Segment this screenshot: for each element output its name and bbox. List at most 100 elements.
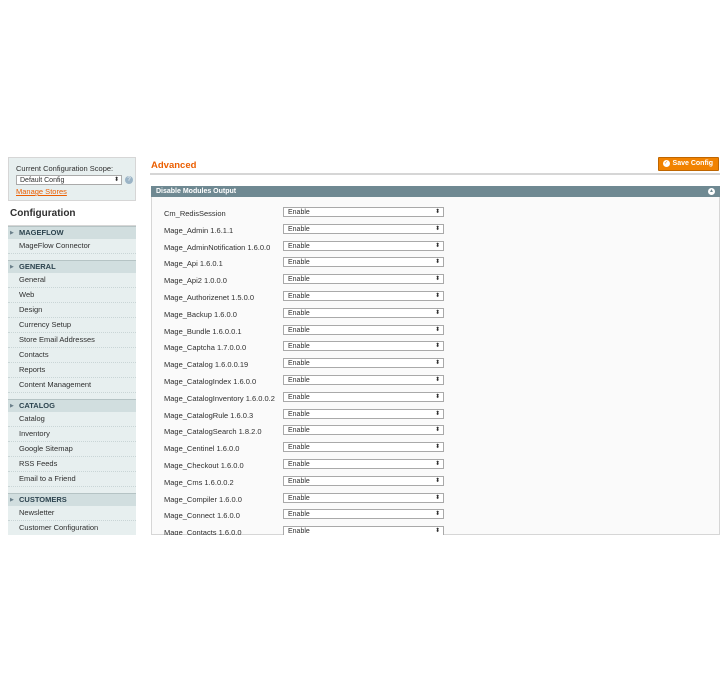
module-output-select[interactable]: Enable ⬍ [283,307,444,318]
module-output-value: Enable [288,376,310,384]
module-name: Mage_Api2 1.0.0.0 [164,276,227,286]
sidebar-group-general[interactable]: ▶ GENERAL [8,260,136,273]
config-sidebar: Current Configuration Scope: Default Con… [8,157,136,535]
module-name: Mage_CatalogRule 1.6.0.3 [164,410,254,420]
sidebar-item[interactable]: Contacts [8,348,136,363]
module-output-value: Enable [288,209,310,216]
module-output-value: Enable [288,444,310,452]
sidebar-group-mageflow[interactable]: ▶ MAGEFLOW [8,226,136,239]
select-arrows-icon: ⬍ [434,326,440,333]
module-name: Mage_Cms 1.6.0.0.2 [164,477,234,487]
module-output-select[interactable]: Enable ⬍ [283,240,444,251]
select-arrows-icon: ⬍ [113,177,119,184]
module-output-value: Enable [288,528,310,535]
scope-switcher: Current Configuration Scope: Default Con… [8,157,136,201]
config-groups: ▶ MAGEFLOW MageFlow Connector ▶ GENERAL Gener… [8,226,136,535]
module-output-select[interactable]: Enable ⬍ [283,442,444,453]
select-arrows-icon: ⬍ [434,259,440,266]
module-name: Mage_Contacts 1.6.0.0 [164,528,242,535]
scope-select[interactable]: Default Config ⬍ [16,175,122,186]
collapse-icon[interactable]: ▲ [708,188,715,195]
fieldset-header[interactable]: Disable Modules Output ▲ [151,186,720,197]
module-name: Mage_Checkout 1.6.0.0 [164,460,244,470]
select-arrows-icon: ⬍ [434,444,440,451]
help-icon[interactable]: ? [125,176,133,185]
sidebar-item[interactable]: Reports [8,363,136,378]
module-name: Mage_Backup 1.6.0.0 [164,309,237,319]
select-arrows-icon: ⬍ [434,427,440,434]
module-name: Mage_Authorizenet 1.5.0.0 [164,292,255,302]
triangle-right-icon: ▶ [10,230,14,236]
module-output-select[interactable]: Enable ⬍ [283,526,444,535]
select-arrows-icon: ⬍ [434,460,440,467]
module-output-select[interactable]: Enable ⬍ [283,408,444,419]
module-output-select[interactable]: Enable ⬍ [283,223,444,234]
select-arrows-icon: ⬍ [434,360,440,367]
sidebar-group-items: General Web Design Currency Setup Store Emai… [8,273,136,393]
module-name: Mage_Catalog 1.6.0.0.19 [164,360,249,370]
module-output-value: Enable [288,393,310,401]
manage-stores-link[interactable]: Manage Stores [16,187,135,196]
module-output-select[interactable]: Enable ⬍ [283,358,444,369]
sidebar-group-items: Catalog Inventory Google Sitemap RSS Feeds E… [8,412,136,487]
select-arrows-icon: ⬍ [434,410,440,417]
module-output-select[interactable]: Enable ⬍ [283,257,444,268]
sidebar-item[interactable]: General [8,273,136,288]
module-output-value: Enable [288,326,310,334]
module-output-value: Enable [288,410,310,418]
sidebar-item[interactable]: Inventory [8,427,136,442]
module-output-select[interactable]: Enable ⬍ [283,458,444,469]
sidebar-item[interactable]: Email to a Friend [8,472,136,487]
module-output-select[interactable]: Enable ⬍ [283,341,444,352]
sidebar-item[interactable]: Currency Setup [8,318,136,333]
save-config-label: Save Config [672,160,713,167]
sidebar-group-items: MageFlow Connector [8,239,136,254]
select-arrows-icon: ⬍ [434,209,440,215]
select-arrows-icon: ⬍ [434,225,440,232]
select-arrows-icon: ⬍ [434,309,440,316]
module-output-select[interactable]: Enable ⬍ [283,207,444,217]
module-name: Mage_CatalogIndex 1.6.0.0 [164,376,257,386]
sidebar-item[interactable]: RSS Feeds [8,457,136,472]
module-name: Mage_Admin 1.6.1.1 [164,225,234,235]
triangle-right-icon: ▶ [10,264,14,270]
sidebar-group-title: CUSTOMERS [19,495,67,504]
module-output-value: Enable [288,225,310,233]
module-output-select[interactable]: Enable ⬍ [283,274,444,285]
module-output-select[interactable]: Enable ⬍ [283,509,444,520]
sidebar-group-catalog[interactable]: ▶ CATALOG [8,399,136,412]
module-output-select[interactable]: Enable ⬍ [283,290,444,301]
sidebar-item[interactable]: Web [8,288,136,303]
module-output-value: Enable [288,292,310,300]
module-output-value: Enable [288,494,310,502]
triangle-right-icon: ▶ [10,497,14,503]
module-output-select[interactable]: Enable ⬍ [283,492,444,503]
sidebar-item[interactable]: Design [8,303,136,318]
select-arrows-icon: ⬍ [434,393,440,400]
module-output-value: Enable [288,343,310,351]
sidebar-item[interactable]: Store Email Addresses [8,333,136,348]
module-name: Mage_Centinel 1.6.0.0 [164,444,240,454]
module-name: Mage_CatalogSearch 1.8.2.0 [164,427,262,437]
sidebar-item[interactable]: Customer Configuration [8,521,136,535]
sidebar-item[interactable]: Newsletter [8,506,136,521]
sidebar-item[interactable]: Catalog [8,412,136,427]
module-output-value: Enable [288,242,310,250]
module-output-select[interactable]: Enable ⬍ [283,324,444,335]
sidebar-item[interactable]: Content Management [8,378,136,393]
select-arrows-icon: ⬍ [434,343,440,350]
select-arrows-icon: ⬍ [434,276,440,283]
save-config-button[interactable]: ✓ Save Config [657,157,719,171]
sidebar-group-title: GENERAL [19,262,56,271]
sidebar-item[interactable]: MageFlow Connector [8,239,136,254]
sidebar-group-customers[interactable]: ▶ CUSTOMERS [8,493,136,506]
scope-select-value: Default Config [20,177,65,185]
select-arrows-icon: ⬍ [434,528,440,535]
select-arrows-icon: ⬍ [434,494,440,501]
module-output-select[interactable]: Enable ⬍ [283,475,444,486]
module-output-select[interactable]: Enable ⬍ [283,374,444,385]
module-output-select[interactable]: Enable ⬍ [283,391,444,402]
select-arrows-icon: ⬍ [434,477,440,484]
sidebar-item[interactable]: Google Sitemap [8,442,136,457]
module-output-select[interactable]: Enable ⬍ [283,425,444,436]
